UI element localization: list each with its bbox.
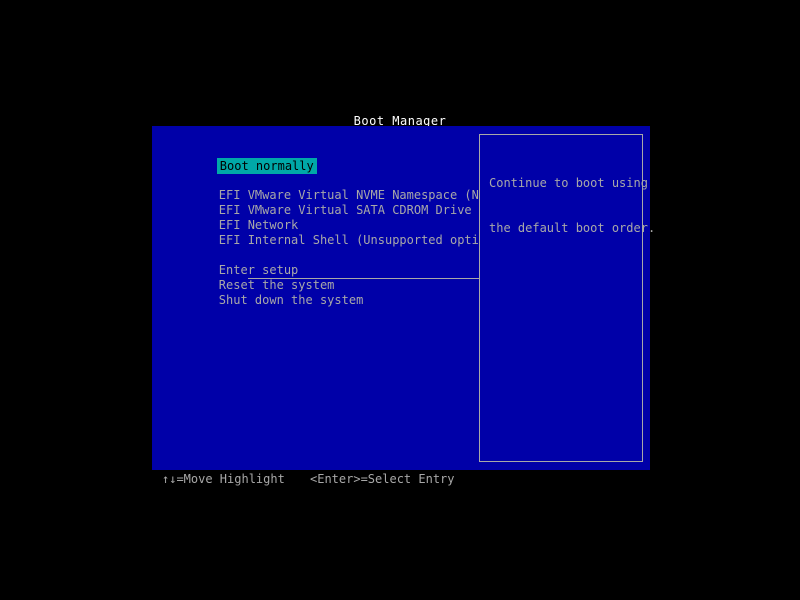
menu-item-reset-system[interactable]: Reset the system bbox=[159, 263, 469, 292]
hint-select-entry: <Enter>=Select Entry bbox=[310, 472, 455, 486]
help-line: Continue to boot using bbox=[489, 176, 648, 190]
menu-spacer-1 bbox=[159, 158, 469, 173]
menu-spacer-2 bbox=[159, 233, 469, 248]
menu-item-efi-sata-cdrom[interactable]: EFI VMware Virtual SATA CDROM Drive (1.0… bbox=[159, 188, 515, 217]
help-line: the default boot order. bbox=[489, 221, 656, 235]
menu-item-label: Shut down the system bbox=[218, 293, 364, 307]
menu-item-shut-down-system[interactable]: Shut down the system bbox=[159, 278, 469, 307]
key-hint-bar: ↑↓=Move Highlight <Enter>=Select Entry bbox=[152, 472, 672, 487]
menu-item-enter-setup[interactable]: Enter setup bbox=[159, 248, 469, 277]
boot-manager-panel: Boot normally EFI VMware Virtual NVME Na… bbox=[152, 126, 656, 470]
menu-item-boot-normally[interactable]: Boot normally bbox=[159, 142, 469, 174]
menu-item-efi-nvme-namespace[interactable]: EFI VMware Virtual NVME Namespace (NSID … bbox=[159, 173, 522, 202]
menu-item-efi-internal-shell[interactable]: EFI Internal Shell (Unsupported option) bbox=[159, 218, 501, 247]
hint-move-highlight: ↑↓=Move Highlight bbox=[162, 472, 285, 486]
boot-manager-screen: Boot Manager Boot normally EFI VMware Vi… bbox=[0, 0, 800, 600]
help-panel: Continue to boot using the default boot … bbox=[479, 134, 656, 462]
boot-menu-list: Boot normally EFI VMware Virtual NVME Na… bbox=[159, 142, 522, 307]
menu-item-efi-network[interactable]: EFI Network bbox=[159, 203, 469, 232]
help-panel-text: Continue to boot using the default boot … bbox=[489, 146, 656, 266]
